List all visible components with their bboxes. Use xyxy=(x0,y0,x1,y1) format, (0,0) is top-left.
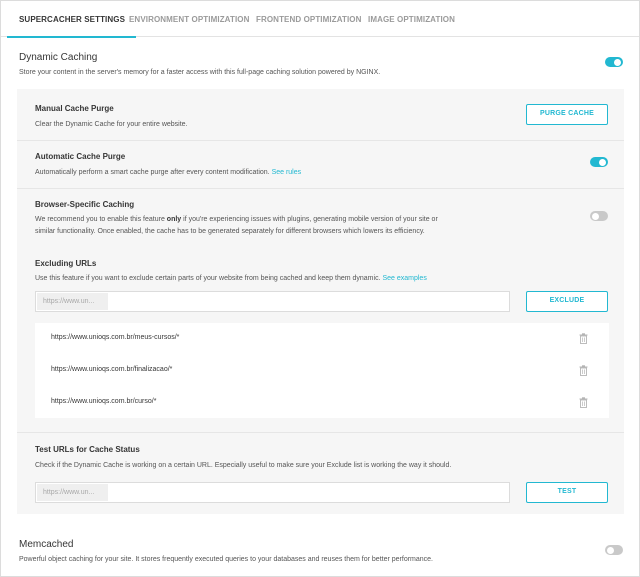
browser-specific-text-1: We recommend you to enable this feature xyxy=(35,216,165,223)
tab-environment-optimization[interactable]: ENVIRONMENT OPTIMIZATION xyxy=(129,1,249,37)
automatic-purge-text: Automatically perform a smart cache purg… xyxy=(35,169,270,176)
excluded-urls-list: https://www.unioqs.com.br/meus-cursos/* … xyxy=(35,323,609,418)
list-item: https://www.unioqs.com.br/meus-cursos/* xyxy=(35,323,609,354)
dynamic-caching-toggle[interactable] xyxy=(605,57,623,67)
manual-purge-title: Manual Cache Purge xyxy=(35,104,114,113)
dynamic-caching-title: Dynamic Caching xyxy=(19,52,98,63)
automatic-purge-description: Automatically perform a smart cache purg… xyxy=(35,167,301,179)
toggle-knob xyxy=(607,546,614,554)
test-button[interactable]: TEST xyxy=(526,482,608,503)
purge-cache-button[interactable]: PURGE CACHE xyxy=(526,104,608,125)
test-urls-description: Check if the Dynamic Cache is working on… xyxy=(35,462,452,469)
tab-frontend-optimization[interactable]: FRONTEND OPTIMIZATION xyxy=(256,1,362,37)
excluded-url: https://www.unioqs.com.br/curso/* xyxy=(51,398,157,405)
divider xyxy=(17,188,624,189)
tab-image-optimization[interactable]: IMAGE OPTIMIZATION xyxy=(368,1,455,37)
test-url-input[interactable]: https://www.un... xyxy=(35,482,510,503)
browser-specific-description: We recommend you to enable this feature … xyxy=(35,214,438,238)
memcached-description: Powerful object caching for your site. I… xyxy=(19,556,433,563)
manual-purge-description: Clear the Dynamic Cache for your entire … xyxy=(35,121,188,128)
toggle-knob xyxy=(599,158,606,166)
browser-specific-title: Browser-Specific Caching xyxy=(35,200,135,209)
excluded-url: https://www.unioqs.com.br/finalizacao/* xyxy=(51,366,173,373)
toggle-knob xyxy=(614,58,621,66)
test-url-prefix: https://www.un... xyxy=(37,484,108,501)
list-item: https://www.unioqs.com.br/finalizacao/* xyxy=(35,355,609,386)
excluding-urls-title: Excluding URLs xyxy=(35,259,97,268)
tab-supercacher-settings[interactable]: SUPERCACHER SETTINGS xyxy=(6,1,137,38)
trash-icon[interactable] xyxy=(579,333,588,344)
toggle-knob xyxy=(592,212,599,220)
list-item: https://www.unioqs.com.br/curso/* xyxy=(35,387,609,418)
browser-specific-text-3: similar functionality. Once enabled, the… xyxy=(35,228,425,235)
trash-icon[interactable] xyxy=(579,365,588,376)
memcached-title: Memcached xyxy=(19,539,74,550)
exclude-button[interactable]: EXCLUDE xyxy=(526,291,608,312)
excluding-urls-description: Use this feature if you want to exclude … xyxy=(35,273,427,285)
exclude-url-prefix: https://www.un... xyxy=(37,293,108,310)
browser-specific-toggle[interactable] xyxy=(590,211,608,221)
test-urls-title: Test URLs for Cache Status xyxy=(35,445,140,454)
dynamic-caching-description: Store your content in the server's memor… xyxy=(19,69,381,76)
automatic-purge-toggle[interactable] xyxy=(590,157,608,167)
memcached-toggle[interactable] xyxy=(605,545,623,555)
automatic-purge-title: Automatic Cache Purge xyxy=(35,152,126,161)
tab-bar: SUPERCACHER SETTINGS ENVIRONMENT OPTIMIZ… xyxy=(1,1,639,38)
see-examples-link[interactable]: See examples xyxy=(382,275,426,282)
see-rules-link[interactable]: See rules xyxy=(272,169,302,176)
divider xyxy=(17,140,624,141)
trash-icon[interactable] xyxy=(579,397,588,408)
exclude-url-input[interactable]: https://www.un... xyxy=(35,291,510,312)
browser-specific-emphasis: only xyxy=(166,216,182,223)
browser-specific-text-2: if you're experiencing issues with plugi… xyxy=(183,216,438,223)
excluding-urls-text: Use this feature if you want to exclude … xyxy=(35,275,381,282)
excluded-url: https://www.unioqs.com.br/meus-cursos/* xyxy=(51,334,180,341)
divider xyxy=(17,432,624,433)
supercacher-page: SUPERCACHER SETTINGS ENVIRONMENT OPTIMIZ… xyxy=(0,0,640,577)
